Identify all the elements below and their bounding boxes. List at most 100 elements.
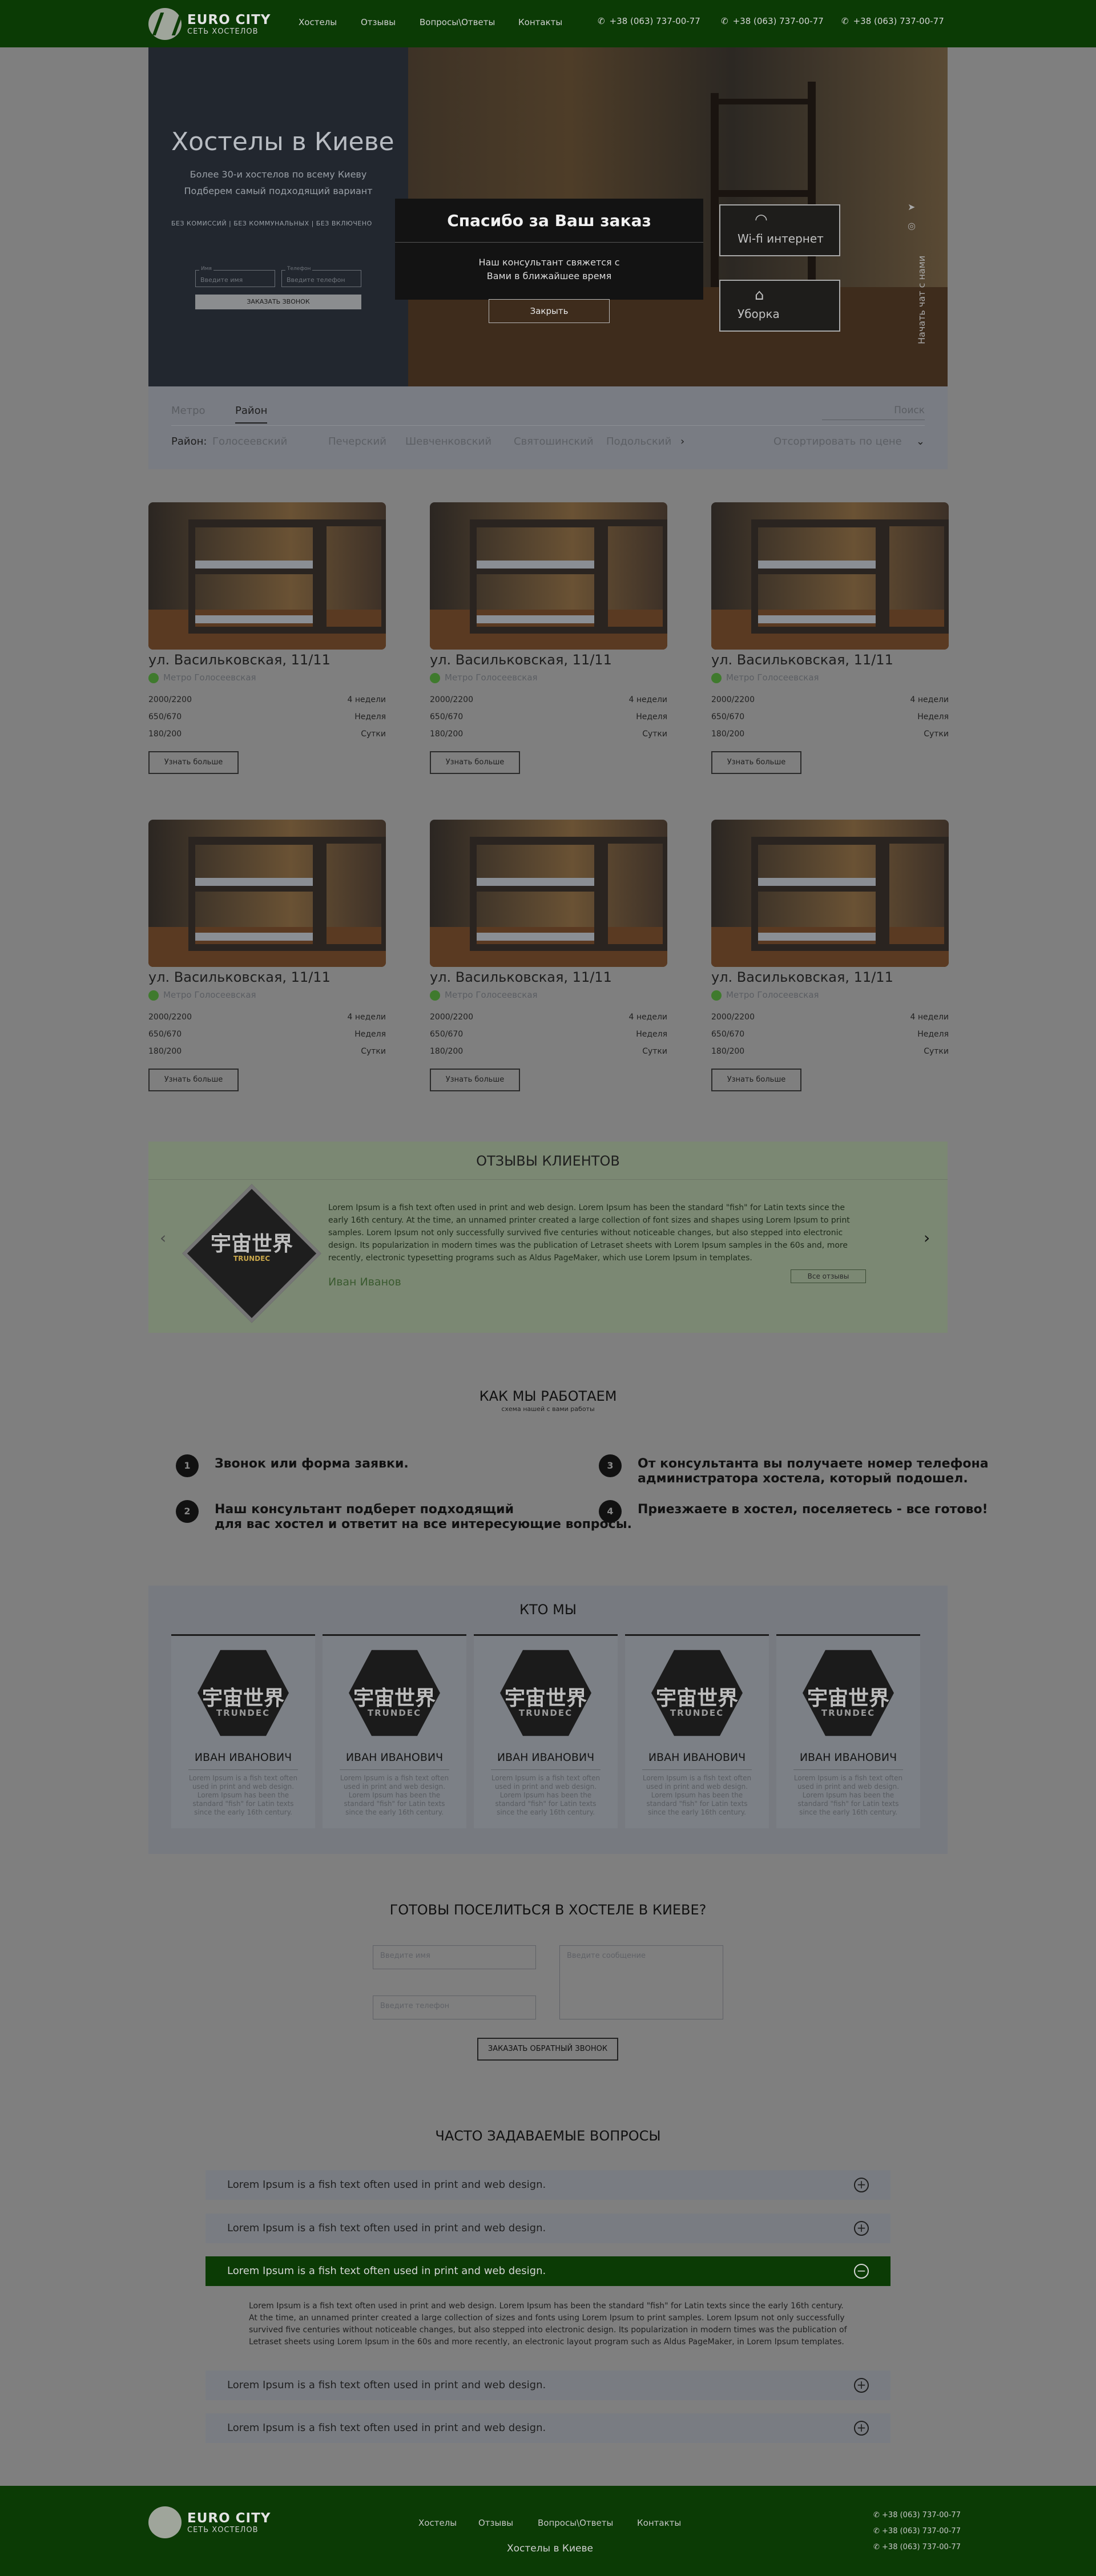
hero-title: Хостелы в Киеве xyxy=(171,127,394,156)
nav-hostels[interactable]: Хостелы xyxy=(299,17,337,27)
team-member-card: 宇宙世界 TRUNDEC ИВАН ИВАНОВИЧ Lorem Ipsum is a… xyxy=(474,1634,618,1828)
faq-item[interactable]: Lorem Ipsum is a fish text often used in… xyxy=(206,2413,890,2443)
team-title: КТО МЫ xyxy=(519,1602,577,1618)
learn-more-button[interactable]: Узнать больше xyxy=(430,751,520,774)
sort-select[interactable]: Отсортировать по цене ⌄ xyxy=(773,436,925,448)
footer-logo[interactable]: EURO CITY СЕТЬ ХОСТЕЛОВ xyxy=(148,2506,271,2538)
price-row: 650/670 Неделя xyxy=(430,712,667,721)
hostel-photo[interactable] xyxy=(711,820,949,967)
hero-subtitle-1: Более 30-и хостелов по всему Киеву xyxy=(190,169,367,180)
all-reviews-button[interactable]: Все отзывы xyxy=(791,1269,866,1283)
viber-icon[interactable]: ◎ xyxy=(908,220,925,231)
hostel-address[interactable]: ул. Васильковская, 11/11 xyxy=(148,969,331,985)
period: Сутки xyxy=(361,729,386,739)
hostel-photo[interactable] xyxy=(430,502,667,650)
step-1: 1 Звонок или форма заявки. xyxy=(176,1454,409,1477)
hostel-address[interactable]: ул. Васильковская, 11/11 xyxy=(711,652,893,668)
district-option[interactable]: Шевченковский xyxy=(405,436,491,448)
learn-more-button[interactable]: Узнать больше xyxy=(148,1069,239,1091)
reviews-divider xyxy=(148,1179,948,1180)
learn-more-button[interactable]: Узнать больше xyxy=(430,1069,520,1091)
price: 180/200 xyxy=(711,1047,745,1056)
hostel-address[interactable]: ул. Васильковская, 11/11 xyxy=(430,969,612,985)
hero-name-input[interactable]: Имя Введите имя xyxy=(195,266,275,287)
price: 2000/2200 xyxy=(430,1013,473,1022)
faq-item-open[interactable]: Lorem Ipsum is a fish text often used in… xyxy=(206,2256,890,2286)
logo[interactable]: EURO CITY СЕТЬ ХОСТЕЛОВ xyxy=(148,8,271,40)
price: 650/670 xyxy=(430,1030,464,1039)
metro-icon xyxy=(148,672,159,683)
price-row: 2000/2200 4 недели xyxy=(430,1013,667,1022)
price-row: 650/670 Неделя xyxy=(711,712,949,721)
hostel-photo[interactable] xyxy=(430,820,667,967)
order-call-button[interactable]: ЗАКАЗАТЬ ЗВОНОК xyxy=(195,295,361,309)
footer-nav-hostels[interactable]: Хостелы xyxy=(418,2518,457,2528)
district-option[interactable]: Голосеевский xyxy=(212,436,287,448)
footer-phone-1[interactable]: ✆ +38 (063) 737-00-77 xyxy=(873,2511,961,2519)
nav-faq[interactable]: Вопросы\Ответы xyxy=(420,17,495,27)
period: Неделя xyxy=(917,1030,949,1039)
phone-input[interactable]: Введите телефон xyxy=(373,1996,536,2019)
footer-nav-reviews[interactable]: Отзывы xyxy=(478,2518,513,2528)
plus-icon: + xyxy=(854,2221,869,2236)
chevron-right-icon[interactable]: › xyxy=(924,1228,930,1247)
footer-phone-2[interactable]: ✆ +38 (063) 737-00-77 xyxy=(873,2527,961,2535)
message-textarea[interactable]: Введите сообщение xyxy=(559,1945,723,2019)
footer-city[interactable]: Хостелы в Киеве xyxy=(507,2543,593,2554)
header-phone-2[interactable]: ✆ +38 (063) 737-00-77 xyxy=(721,16,824,26)
period: Сутки xyxy=(361,1047,386,1056)
nav-contacts[interactable]: Контакты xyxy=(518,17,562,27)
footer-nav-contacts[interactable]: Контакты xyxy=(637,2518,681,2528)
hostel-address[interactable]: ул. Васильковская, 11/11 xyxy=(430,652,612,668)
hero-tags: БЕЗ КОМИССИЙ | БЕЗ КОММУНАЛЬНЫХ | БЕЗ ВК… xyxy=(171,220,372,227)
hero-phone-input[interactable]: Телефон Введите телефон xyxy=(281,266,361,287)
hostel-photo[interactable] xyxy=(148,820,386,967)
hostel-photo[interactable] xyxy=(148,502,386,650)
nav-reviews[interactable]: Отзывы xyxy=(361,17,396,27)
district-option[interactable]: Печерский xyxy=(328,436,386,448)
tabs-divider xyxy=(171,425,925,426)
member-description: Lorem Ipsum is a fish text often used in… xyxy=(642,1774,752,1816)
chevron-left-icon[interactable]: ‹ xyxy=(160,1228,166,1247)
faq-title: ЧАСТО ЗАДАВАЕМЫЕ ВОПРОСЫ xyxy=(435,2128,661,2144)
chevron-right-icon[interactable]: › xyxy=(680,436,684,448)
metro-station: Метро Голосеевская xyxy=(148,990,256,1001)
price: 2000/2200 xyxy=(148,695,192,704)
learn-more-button[interactable]: Узнать больше xyxy=(711,751,801,774)
step-2: 2 Наш консультант подберет подходящий дл… xyxy=(176,1500,632,1532)
header-phone-3[interactable]: ✆ +38 (063) 737-00-77 xyxy=(841,16,944,26)
team-member-card: 宇宙世界 TRUNDEC ИВАН ИВАНОВИЧ Lorem Ipsum is a… xyxy=(323,1634,466,1828)
price-row: 2000/2200 4 недели xyxy=(148,1013,386,1022)
site-header: EURO CITY СЕТЬ ХОСТЕЛОВ Хостелы Отзывы В… xyxy=(0,0,1096,47)
telegram-icon[interactable]: ➤ xyxy=(908,201,925,212)
learn-more-button[interactable]: Узнать больше xyxy=(711,1069,801,1091)
learn-more-button[interactable]: Узнать больше xyxy=(148,751,239,774)
name-input[interactable]: Введите имя xyxy=(373,1945,536,1969)
footer-phone-3[interactable]: ✆ +38 (063) 737-00-77 xyxy=(873,2543,961,2551)
tab-metro[interactable]: Метро xyxy=(171,405,206,417)
period: Сутки xyxy=(642,1047,667,1056)
faq-item[interactable]: Lorem Ipsum is a fish text often used in… xyxy=(206,2371,890,2400)
period: 4 недели xyxy=(347,1013,386,1022)
price: 180/200 xyxy=(148,729,182,739)
phone-icon: ✆ xyxy=(873,2511,883,2519)
modal-close-button[interactable]: Закрыть xyxy=(489,299,610,323)
district-option[interactable]: Святошинский xyxy=(514,436,594,448)
hostel-address[interactable]: ул. Васильковская, 11/11 xyxy=(711,969,893,985)
price: 180/200 xyxy=(430,1047,464,1056)
hostel-photo[interactable] xyxy=(711,502,949,650)
metro-station: Метро Голосеевская xyxy=(711,672,819,683)
hostel-address[interactable]: ул. Васильковская, 11/11 xyxy=(148,652,331,668)
header-phone-1[interactable]: ✆ +38 (063) 737-00-77 xyxy=(598,16,700,26)
thank-you-modal: Спасибо за Ваш заказ Наш консультант свя… xyxy=(395,199,872,323)
start-chat-link[interactable]: Начать чат с нами xyxy=(916,256,927,344)
faq-item[interactable]: Lorem Ipsum is a fish text often used in… xyxy=(206,2170,890,2200)
footer-nav-faq[interactable]: Вопросы\Ответы xyxy=(538,2518,613,2528)
faq-item[interactable]: Lorem Ipsum is a fish text often used in… xyxy=(206,2214,890,2243)
search-input[interactable]: Поиск xyxy=(822,405,925,420)
minus-icon: − xyxy=(854,2264,869,2279)
period: Сутки xyxy=(924,1047,949,1056)
callback-button[interactable]: ЗАКАЗАТЬ ОБРАТНЫЙ ЗВОНОК xyxy=(477,2038,618,2061)
tab-district[interactable]: Район xyxy=(235,405,268,424)
district-option[interactable]: Подольский xyxy=(606,436,671,448)
